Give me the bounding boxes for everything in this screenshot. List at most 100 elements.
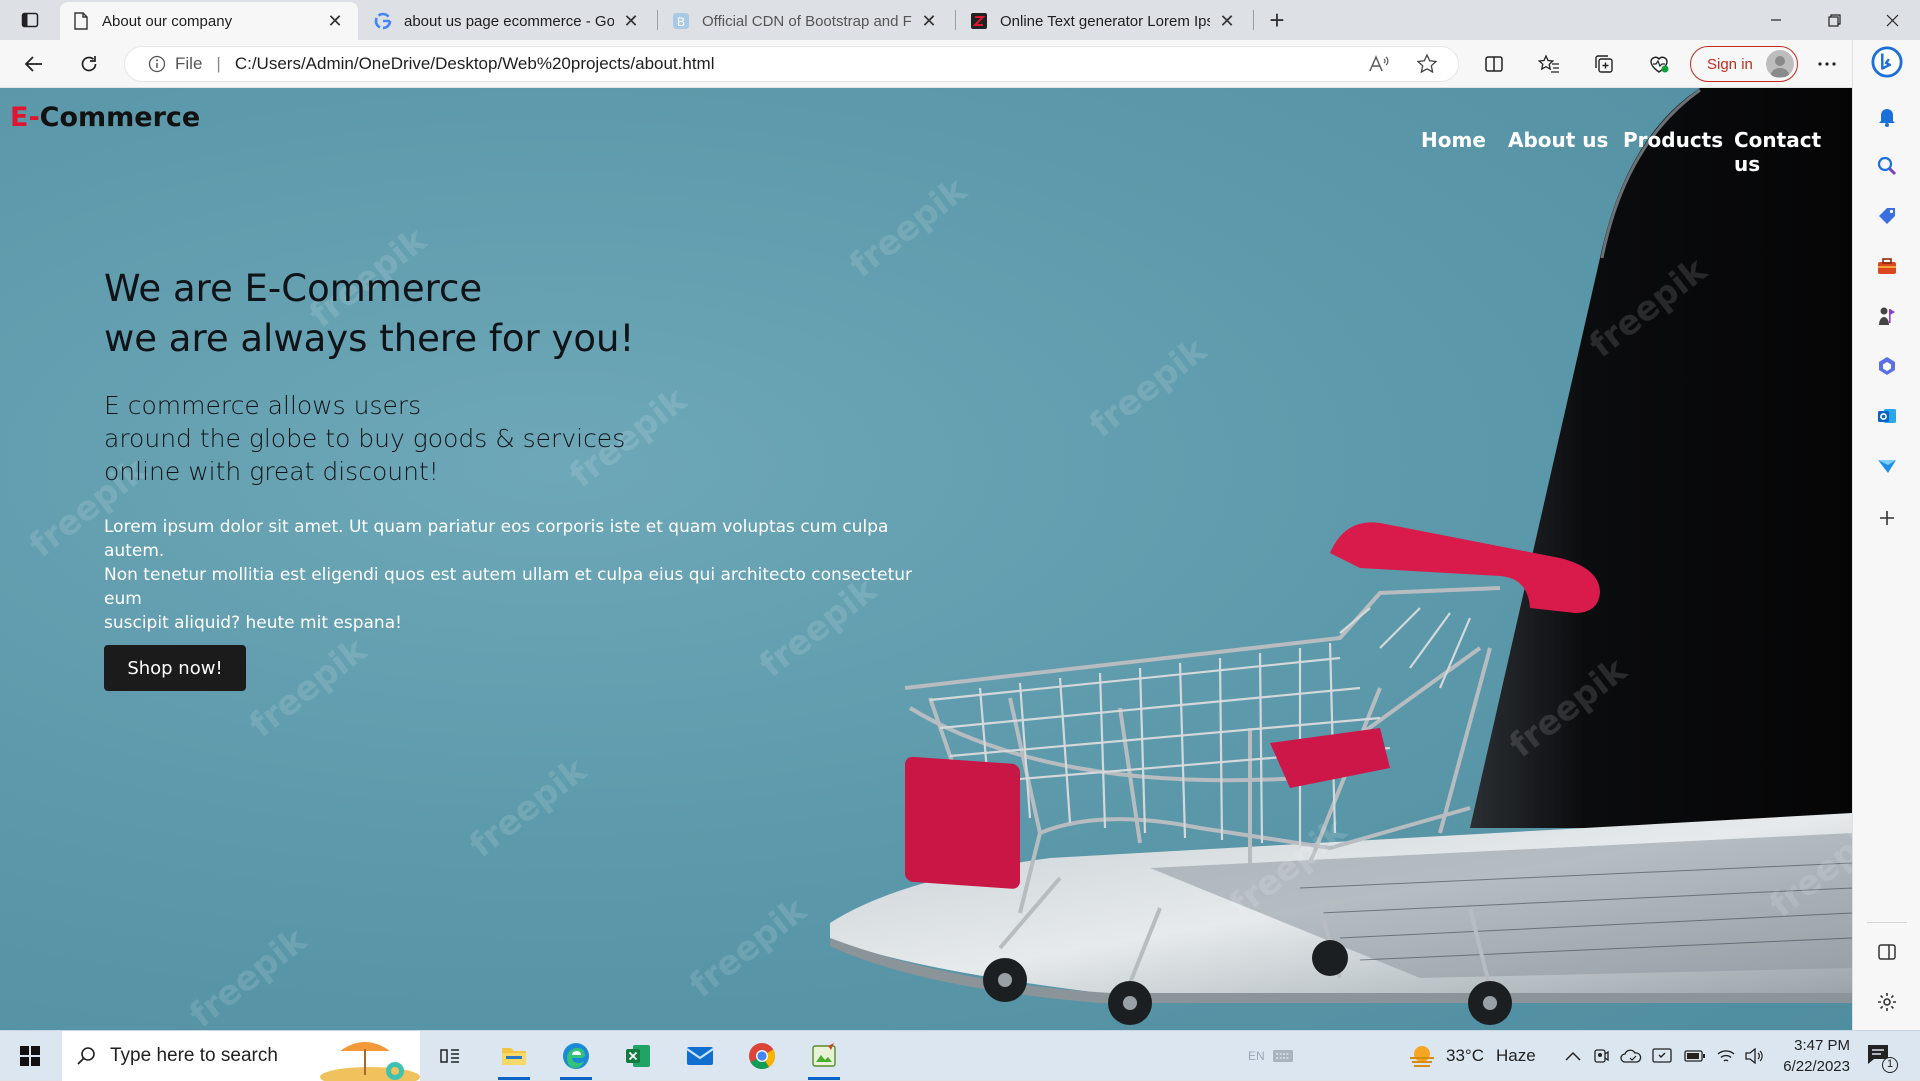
scheme-separator: |	[216, 54, 221, 73]
outlook-icon[interactable]	[1871, 400, 1903, 432]
windows-logo-icon	[20, 1046, 40, 1066]
tab-lorem-ipsum[interactable]: Online Text generator Lorem Ipsu ✕	[958, 2, 1250, 40]
tab-google-search[interactable]: about us page ecommerce - Goo ✕	[362, 2, 654, 40]
restore-button[interactable]	[1806, 0, 1862, 40]
nav-products[interactable]: Products	[1623, 128, 1723, 152]
split-screen-icon	[1485, 56, 1503, 72]
info-icon[interactable]	[147, 54, 167, 74]
close-icon[interactable]: ✕	[324, 10, 346, 32]
nav-home[interactable]: Home	[1421, 128, 1486, 152]
favorite-star-icon[interactable]	[1416, 53, 1438, 75]
notification-icon: 1	[1866, 1041, 1898, 1073]
keyboard-icon[interactable]	[1272, 1031, 1294, 1081]
tab-bootstrap-cdn[interactable]: B Official CDN of Bootstrap and Fo ✕	[660, 2, 952, 40]
edge-icon	[563, 1043, 589, 1069]
bing-icon[interactable]	[1871, 46, 1903, 78]
search-placeholder: Type here to search	[110, 1045, 278, 1066]
system-clock[interactable]: 3:47 PM 6/22/2023	[1760, 1035, 1850, 1077]
url-text[interactable]: C:/Users/Admin/OneDrive/Desktop/Web%20pr…	[235, 54, 715, 74]
notification-center-button[interactable]: 1	[1866, 1031, 1898, 1081]
restore-icon	[1827, 13, 1841, 27]
site-logo[interactable]: E-Commerce	[10, 102, 200, 133]
search-highlight-image	[310, 1031, 420, 1081]
close-icon[interactable]: ✕	[620, 10, 642, 32]
tab-about-our-company[interactable]: About our company ✕	[60, 2, 358, 40]
edge-browser-button[interactable]	[550, 1031, 602, 1081]
tab-divider	[955, 10, 956, 30]
close-icon[interactable]: ✕	[1216, 10, 1238, 32]
hero-heading-line-2: we are always there for you!	[104, 317, 635, 360]
mail-button[interactable]	[674, 1031, 726, 1081]
add-icon[interactable]	[1871, 502, 1903, 534]
bell-icon[interactable]	[1871, 100, 1903, 132]
split-screen-button[interactable]	[1476, 48, 1512, 80]
haze-sun-icon	[1408, 1044, 1436, 1068]
close-window-button[interactable]	[1864, 0, 1920, 40]
taskbar-search[interactable]: Type here to search	[62, 1031, 420, 1081]
shop-now-button[interactable]: Shop now!	[104, 645, 246, 691]
tab-actions-button[interactable]	[12, 8, 48, 32]
google-icon	[374, 12, 392, 30]
chrome-button[interactable]	[736, 1031, 788, 1081]
language-indicator[interactable]: EN	[1248, 1031, 1265, 1081]
onedrive-icon[interactable]	[1620, 1031, 1642, 1081]
hero-subheading-line-2: around the globe to buy goods & services	[104, 424, 626, 453]
show-hidden-icons-button[interactable]	[1565, 1031, 1581, 1081]
hero-heading-line-1: We are E-Commerce	[104, 267, 483, 310]
meet-now-icon[interactable]	[1592, 1031, 1610, 1081]
tab-actions-icon	[21, 12, 39, 28]
hero-heading: We are E-Commerce we are always there fo…	[104, 264, 634, 364]
collections-button[interactable]	[1586, 48, 1622, 80]
close-icon[interactable]: ✕	[918, 10, 940, 32]
favorites-button[interactable]	[1531, 48, 1567, 80]
security-icon[interactable]	[1652, 1031, 1672, 1081]
task-view-button[interactable]	[424, 1031, 476, 1081]
weather-text: Haze	[1495, 1046, 1536, 1065]
refresh-button[interactable]	[71, 48, 107, 80]
hero-paragraph-line-1: Lorem ipsum dolor sit amet. Ut quam pari…	[104, 517, 889, 561]
minimize-button[interactable]	[1748, 0, 1804, 40]
split-screen-icon[interactable]	[1871, 936, 1903, 968]
new-tab-button[interactable]: +	[1262, 5, 1292, 35]
chevron-up-icon	[1565, 1051, 1581, 1061]
nav-about-us[interactable]: About us	[1508, 128, 1608, 152]
task-view-icon	[440, 1049, 459, 1063]
hero-paragraph: Lorem ipsum dolor sit amet. Ut quam pari…	[104, 515, 924, 635]
sign-in-button[interactable]: Sign in	[1690, 46, 1798, 82]
bootstrap-icon: B	[672, 12, 690, 30]
tab-title: about us page ecommerce - Goo	[404, 12, 614, 30]
logo-prefix: E-	[10, 102, 40, 133]
office-icon[interactable]	[1871, 350, 1903, 382]
toolbox-icon[interactable]	[1871, 250, 1903, 282]
games-icon[interactable]	[1871, 300, 1903, 332]
search-icon[interactable]	[1871, 150, 1903, 182]
edge-sidebar	[1852, 40, 1920, 1030]
weather-temp: 33°C	[1446, 1046, 1484, 1065]
settings-icon[interactable]	[1871, 986, 1903, 1018]
start-button[interactable]	[4, 1031, 56, 1081]
address-bar[interactable]: File | C:/Users/Admin/OneDrive/Desktop/W…	[124, 46, 1459, 82]
logo-name: Commerce	[39, 102, 201, 133]
file-explorer-button[interactable]	[488, 1031, 540, 1081]
more-menu-button[interactable]	[1809, 48, 1845, 80]
tag-icon[interactable]	[1871, 200, 1903, 232]
excel-icon	[626, 1045, 650, 1067]
tab-title: Online Text generator Lorem Ipsu	[1000, 12, 1210, 30]
browser-essentials-button[interactable]	[1641, 48, 1677, 80]
excel-button[interactable]	[612, 1031, 664, 1081]
nav-contact-us[interactable]: Contact us	[1734, 128, 1852, 176]
windows-taskbar: Type here to search EN 33°C Haze 3:47 PM…	[0, 1030, 1920, 1081]
read-aloud-icon[interactable]	[1368, 54, 1390, 74]
clock-time: 3:47 PM	[1794, 1037, 1850, 1054]
tab-title: Official CDN of Bootstrap and Fo	[702, 12, 912, 30]
battery-icon[interactable]	[1684, 1031, 1706, 1081]
clock-date: 6/22/2023	[1783, 1058, 1850, 1075]
send-icon[interactable]	[1871, 450, 1903, 482]
close-icon	[1886, 14, 1898, 26]
page-icon	[72, 12, 90, 30]
tab-title: About our company	[102, 12, 233, 30]
weather-widget[interactable]: 33°C Haze	[1408, 1031, 1536, 1081]
back-button[interactable]	[16, 48, 52, 80]
image-editor-button[interactable]	[798, 1031, 850, 1081]
wifi-icon[interactable]	[1716, 1031, 1736, 1081]
